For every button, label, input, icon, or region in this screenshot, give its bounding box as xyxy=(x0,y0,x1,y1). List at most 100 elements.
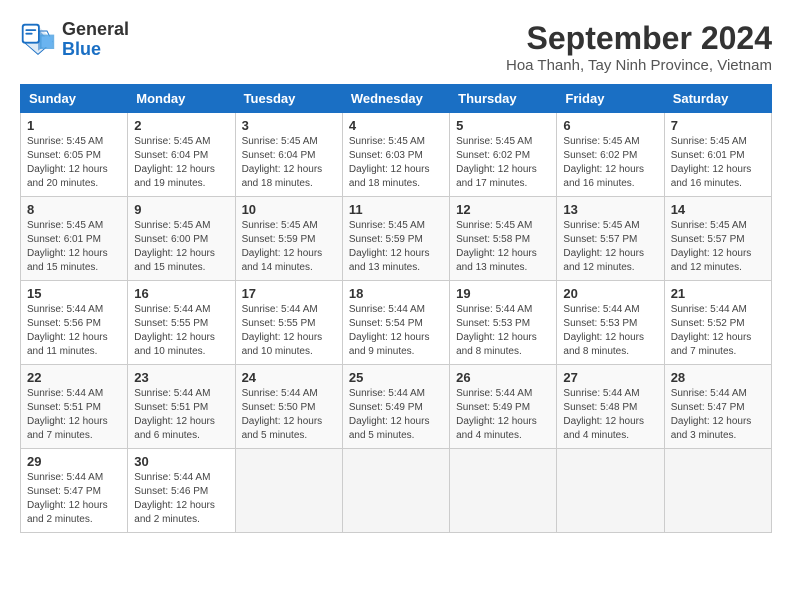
day-number: 14 xyxy=(671,202,765,217)
month-title: September 2024 xyxy=(506,20,772,57)
day-info: Sunrise: 5:44 AMSunset: 5:47 PMDaylight:… xyxy=(671,388,752,441)
calendar-cell-21: 21 Sunrise: 5:44 AMSunset: 5:52 PMDaylig… xyxy=(664,281,771,365)
calendar-cell-13: 13 Sunrise: 5:45 AMSunset: 5:57 PMDaylig… xyxy=(557,197,664,281)
day-info: Sunrise: 5:45 AMSunset: 6:01 PMDaylight:… xyxy=(27,220,108,273)
calendar-header-friday: Friday xyxy=(557,85,664,113)
calendar-cell-empty xyxy=(342,449,449,533)
calendar-header-tuesday: Tuesday xyxy=(235,85,342,113)
day-info: Sunrise: 5:44 AMSunset: 5:56 PMDaylight:… xyxy=(27,304,108,357)
day-number: 22 xyxy=(27,370,121,385)
day-number: 12 xyxy=(456,202,550,217)
day-info: Sunrise: 5:44 AMSunset: 5:53 PMDaylight:… xyxy=(456,304,537,357)
day-number: 29 xyxy=(27,454,121,469)
day-number: 21 xyxy=(671,286,765,301)
calendar-cell-12: 12 Sunrise: 5:45 AMSunset: 5:58 PMDaylig… xyxy=(450,197,557,281)
day-info: Sunrise: 5:44 AMSunset: 5:46 PMDaylight:… xyxy=(134,472,215,525)
day-number: 9 xyxy=(134,202,228,217)
day-number: 26 xyxy=(456,370,550,385)
day-number: 4 xyxy=(349,118,443,133)
day-info: Sunrise: 5:45 AMSunset: 5:59 PMDaylight:… xyxy=(349,220,430,273)
calendar-week-2: 8 Sunrise: 5:45 AMSunset: 6:01 PMDayligh… xyxy=(21,197,772,281)
day-info: Sunrise: 5:44 AMSunset: 5:51 PMDaylight:… xyxy=(27,388,108,441)
calendar-header-monday: Monday xyxy=(128,85,235,113)
calendar-cell-empty xyxy=(450,449,557,533)
day-info: Sunrise: 5:44 AMSunset: 5:51 PMDaylight:… xyxy=(134,388,215,441)
calendar-cell-14: 14 Sunrise: 5:45 AMSunset: 5:57 PMDaylig… xyxy=(664,197,771,281)
day-info: Sunrise: 5:45 AMSunset: 6:00 PMDaylight:… xyxy=(134,220,215,273)
calendar-cell-25: 25 Sunrise: 5:44 AMSunset: 5:49 PMDaylig… xyxy=(342,365,449,449)
calendar-cell-23: 23 Sunrise: 5:44 AMSunset: 5:51 PMDaylig… xyxy=(128,365,235,449)
calendar-cell-24: 24 Sunrise: 5:44 AMSunset: 5:50 PMDaylig… xyxy=(235,365,342,449)
calendar-cell-15: 15 Sunrise: 5:44 AMSunset: 5:56 PMDaylig… xyxy=(21,281,128,365)
day-info: Sunrise: 5:45 AMSunset: 5:57 PMDaylight:… xyxy=(671,220,752,273)
day-info: Sunrise: 5:45 AMSunset: 6:05 PMDaylight:… xyxy=(27,136,108,189)
calendar-cell-29: 29 Sunrise: 5:44 AMSunset: 5:47 PMDaylig… xyxy=(21,449,128,533)
day-info: Sunrise: 5:44 AMSunset: 5:55 PMDaylight:… xyxy=(134,304,215,357)
day-number: 2 xyxy=(134,118,228,133)
calendar-week-5: 29 Sunrise: 5:44 AMSunset: 5:47 PMDaylig… xyxy=(21,449,772,533)
calendar-cell-26: 26 Sunrise: 5:44 AMSunset: 5:49 PMDaylig… xyxy=(450,365,557,449)
day-number: 19 xyxy=(456,286,550,301)
logo: General Blue xyxy=(20,20,129,60)
day-info: Sunrise: 5:45 AMSunset: 6:02 PMDaylight:… xyxy=(563,136,644,189)
calendar-header-saturday: Saturday xyxy=(664,85,771,113)
calendar-cell-empty xyxy=(235,449,342,533)
calendar-cell-1: 1 Sunrise: 5:45 AMSunset: 6:05 PMDayligh… xyxy=(21,113,128,197)
calendar-cell-7: 7 Sunrise: 5:45 AMSunset: 6:01 PMDayligh… xyxy=(664,113,771,197)
day-number: 11 xyxy=(349,202,443,217)
calendar-cell-6: 6 Sunrise: 5:45 AMSunset: 6:02 PMDayligh… xyxy=(557,113,664,197)
day-number: 18 xyxy=(349,286,443,301)
day-number: 30 xyxy=(134,454,228,469)
calendar-cell-16: 16 Sunrise: 5:44 AMSunset: 5:55 PMDaylig… xyxy=(128,281,235,365)
calendar-week-1: 1 Sunrise: 5:45 AMSunset: 6:05 PMDayligh… xyxy=(21,113,772,197)
calendar-header-sunday: Sunday xyxy=(21,85,128,113)
day-number: 8 xyxy=(27,202,121,217)
day-info: Sunrise: 5:44 AMSunset: 5:53 PMDaylight:… xyxy=(563,304,644,357)
calendar-cell-20: 20 Sunrise: 5:44 AMSunset: 5:53 PMDaylig… xyxy=(557,281,664,365)
day-info: Sunrise: 5:44 AMSunset: 5:52 PMDaylight:… xyxy=(671,304,752,357)
day-number: 16 xyxy=(134,286,228,301)
logo-blue-text: Blue xyxy=(62,40,129,60)
day-number: 23 xyxy=(134,370,228,385)
calendar-header-wednesday: Wednesday xyxy=(342,85,449,113)
day-info: Sunrise: 5:44 AMSunset: 5:50 PMDaylight:… xyxy=(242,388,323,441)
day-number: 13 xyxy=(563,202,657,217)
day-info: Sunrise: 5:45 AMSunset: 5:58 PMDaylight:… xyxy=(456,220,537,273)
calendar-cell-17: 17 Sunrise: 5:44 AMSunset: 5:55 PMDaylig… xyxy=(235,281,342,365)
day-number: 20 xyxy=(563,286,657,301)
day-info: Sunrise: 5:44 AMSunset: 5:55 PMDaylight:… xyxy=(242,304,323,357)
calendar-cell-22: 22 Sunrise: 5:44 AMSunset: 5:51 PMDaylig… xyxy=(21,365,128,449)
title-area: September 2024 Hoa Thanh, Tay Ninh Provi… xyxy=(506,20,772,74)
day-number: 5 xyxy=(456,118,550,133)
day-info: Sunrise: 5:44 AMSunset: 5:54 PMDaylight:… xyxy=(349,304,430,357)
calendar-cell-27: 27 Sunrise: 5:44 AMSunset: 5:48 PMDaylig… xyxy=(557,365,664,449)
calendar-cell-8: 8 Sunrise: 5:45 AMSunset: 6:01 PMDayligh… xyxy=(21,197,128,281)
day-number: 28 xyxy=(671,370,765,385)
day-info: Sunrise: 5:45 AMSunset: 6:01 PMDaylight:… xyxy=(671,136,752,189)
day-number: 3 xyxy=(242,118,336,133)
day-number: 10 xyxy=(242,202,336,217)
calendar-week-4: 22 Sunrise: 5:44 AMSunset: 5:51 PMDaylig… xyxy=(21,365,772,449)
logo-icon xyxy=(20,22,56,58)
calendar-header-thursday: Thursday xyxy=(450,85,557,113)
calendar-cell-5: 5 Sunrise: 5:45 AMSunset: 6:02 PMDayligh… xyxy=(450,113,557,197)
day-info: Sunrise: 5:44 AMSunset: 5:49 PMDaylight:… xyxy=(456,388,537,441)
calendar-cell-19: 19 Sunrise: 5:44 AMSunset: 5:53 PMDaylig… xyxy=(450,281,557,365)
day-number: 6 xyxy=(563,118,657,133)
calendar-header-row: SundayMondayTuesdayWednesdayThursdayFrid… xyxy=(21,85,772,113)
page-header: General Blue September 2024 Hoa Thanh, T… xyxy=(20,20,772,74)
day-info: Sunrise: 5:45 AMSunset: 5:59 PMDaylight:… xyxy=(242,220,323,273)
location-text: Hoa Thanh, Tay Ninh Province, Vietnam xyxy=(506,57,772,74)
calendar-cell-9: 9 Sunrise: 5:45 AMSunset: 6:00 PMDayligh… xyxy=(128,197,235,281)
calendar-cell-28: 28 Sunrise: 5:44 AMSunset: 5:47 PMDaylig… xyxy=(664,365,771,449)
calendar-cell-2: 2 Sunrise: 5:45 AMSunset: 6:04 PMDayligh… xyxy=(128,113,235,197)
day-number: 7 xyxy=(671,118,765,133)
calendar-cell-4: 4 Sunrise: 5:45 AMSunset: 6:03 PMDayligh… xyxy=(342,113,449,197)
day-info: Sunrise: 5:45 AMSunset: 6:02 PMDaylight:… xyxy=(456,136,537,189)
calendar-cell-empty xyxy=(557,449,664,533)
calendar-cell-30: 30 Sunrise: 5:44 AMSunset: 5:46 PMDaylig… xyxy=(128,449,235,533)
day-info: Sunrise: 5:45 AMSunset: 6:04 PMDaylight:… xyxy=(242,136,323,189)
calendar-cell-3: 3 Sunrise: 5:45 AMSunset: 6:04 PMDayligh… xyxy=(235,113,342,197)
calendar-cell-11: 11 Sunrise: 5:45 AMSunset: 5:59 PMDaylig… xyxy=(342,197,449,281)
day-info: Sunrise: 5:44 AMSunset: 5:48 PMDaylight:… xyxy=(563,388,644,441)
